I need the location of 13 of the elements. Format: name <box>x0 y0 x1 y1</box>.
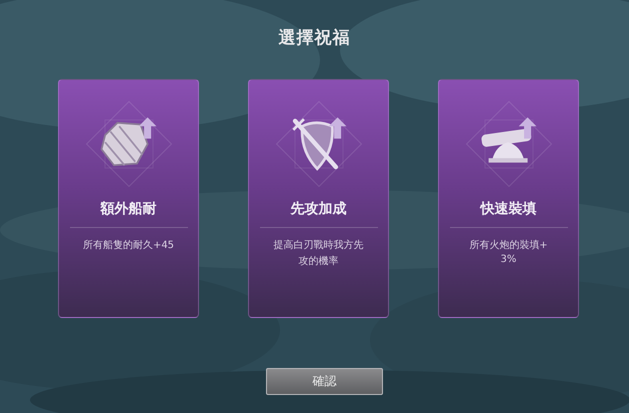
confirm-button[interactable]: 確認 <box>266 368 383 395</box>
blessing-card[interactable]: 額外船耐 所有船隻的耐久+45 <box>58 79 199 318</box>
blessing-description: 3% <box>500 254 516 265</box>
blessing-description: 提高白刃戰時我方先 <box>274 238 364 252</box>
blessing-name: 先攻加成 <box>290 200 346 218</box>
blessing-description: 所有船隻的耐久+45 <box>82 238 174 252</box>
blessing-description: 攻的機率 <box>298 254 338 268</box>
blessing-card[interactable]: 先攻加成 提高白刃戰時我方先 攻的機率 <box>248 79 389 318</box>
blessing-card[interactable]: 快速裝填 所有火炮的裝填+ 3% <box>438 79 579 318</box>
blessing-name: 額外船耐 <box>100 200 156 218</box>
screen-title: 選擇祝福 <box>278 27 350 49</box>
blessing-description: 所有火炮的裝填+ <box>469 238 548 252</box>
blessing-name: 快速裝填 <box>480 200 536 218</box>
